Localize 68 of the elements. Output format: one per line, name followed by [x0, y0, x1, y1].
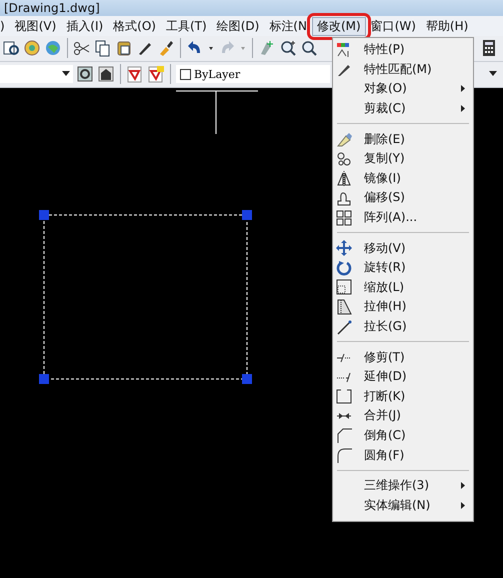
menu-item[interactable]: 镜像(I) [333, 168, 473, 188]
color-swatch-icon [180, 68, 191, 80]
copy-icon [336, 150, 352, 167]
menu-item[interactable]: 特性(P) [333, 40, 473, 60]
layer-value: ByLayer [194, 68, 240, 81]
menu-item[interactable]: 特性匹配(M) [333, 60, 473, 80]
menu-item[interactable]: 偏移(S) [333, 188, 473, 208]
brush-icon[interactable] [157, 39, 175, 58]
menu-item[interactable]: 工具(T) [160, 16, 212, 36]
grid-icon [336, 210, 352, 226]
copy-icon[interactable] [94, 39, 112, 58]
menu-item[interactable]: 绘图(D) [212, 16, 264, 36]
menu-item[interactable]: 圆角(F) [333, 445, 473, 465]
menu-item[interactable]: 拉伸(H) [333, 297, 473, 317]
caret-icon[interactable] [489, 71, 497, 78]
menu-item[interactable]: 阵列(A)... [333, 208, 473, 228]
menu-item[interactable]: ) [0, 18, 10, 34]
grip-handle[interactable] [39, 374, 49, 384]
menu-item[interactable]: 拉长(G) [333, 316, 473, 336]
rotate-icon [336, 260, 352, 276]
menu-item[interactable]: 复制(Y) [333, 148, 473, 169]
menu-item[interactable]: 修剪(T) [333, 347, 473, 367]
mirror-icon [336, 170, 352, 186]
grip-handle[interactable] [39, 210, 49, 220]
menu-item[interactable]: 对象(O) [333, 79, 473, 99]
menu-item[interactable]: 实体编辑(N) [333, 495, 473, 516]
menu-item[interactable]: 延伸(D) [333, 366, 473, 386]
fillet-icon [336, 447, 352, 464]
menu-item[interactable]: 剪裁(C) [333, 98, 473, 118]
grip-handle[interactable] [242, 374, 252, 384]
move-icon [336, 240, 352, 256]
layer-dropdown[interactable]: ByLayer [176, 65, 330, 84]
eraser-icon [336, 131, 352, 148]
calculator-icon[interactable] [481, 39, 497, 58]
house-icon[interactable] [97, 65, 115, 84]
menu-item[interactable]: 合并(J) [333, 406, 473, 426]
stretch-icon [336, 298, 352, 315]
dropdown-field[interactable] [0, 65, 73, 84]
menu-item[interactable]: 格式(O) [108, 16, 161, 36]
paste-icon[interactable] [115, 39, 133, 58]
properties-icon [336, 42, 352, 58]
chamfer-icon [336, 427, 352, 444]
caret-icon[interactable] [62, 71, 70, 78]
menu-item[interactable]: 帮助(H) [420, 16, 474, 36]
gear-icon[interactable] [76, 65, 94, 84]
menu-item[interactable]: 打断(K) [333, 386, 473, 406]
window-title: [Drawing1.dwg] [4, 1, 100, 16]
menu-item[interactable]: 移动(V) [333, 238, 473, 258]
menu-item[interactable]: 插入(I) [61, 16, 108, 36]
menu-item[interactable]: 删除(E) [333, 129, 473, 149]
menu-item[interactable]: 标注(N [264, 16, 312, 36]
menu-item[interactable]: 窗口(W) [366, 16, 421, 36]
preview-icon[interactable] [2, 39, 20, 58]
document-icon[interactable] [147, 65, 165, 84]
menu-item[interactable]: 视图(V) [10, 16, 62, 36]
grip-handle[interactable] [242, 210, 252, 220]
menu-item[interactable]: 旋转(R) [333, 258, 473, 278]
offset-icon [336, 190, 352, 206]
scale-icon [336, 279, 352, 296]
document-icon[interactable] [126, 65, 144, 84]
menu-item[interactable]: 缩放(L) [333, 278, 473, 298]
line-icon [336, 318, 352, 335]
zoom-icon[interactable] [300, 39, 318, 58]
zoom-icon[interactable] [279, 39, 297, 58]
break-icon [336, 388, 352, 404]
menu-item[interactable]: 倒角(C) [333, 426, 473, 446]
scissors-icon[interactable] [73, 39, 91, 58]
menu-item[interactable]: 三维操作(3) [333, 476, 473, 496]
